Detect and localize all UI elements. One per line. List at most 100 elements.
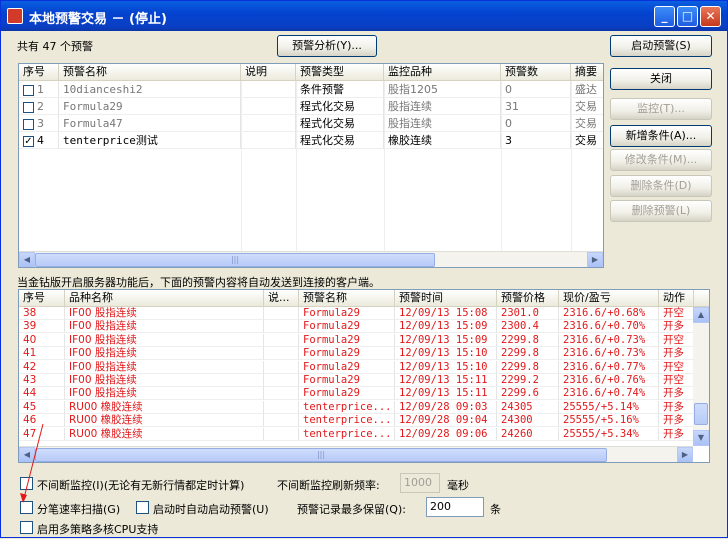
- log-col-symbol[interactable]: 品种名称: [65, 290, 264, 306]
- list-item[interactable]: 40 IF00 股指连续 Formula29 12/09/13 15:09 2299.8…: [19, 333, 694, 347]
- alert-list-hscrollbar[interactable]: ◀ ||| ▶: [19, 251, 603, 267]
- list-item[interactable]: 41 IF00 股指连续 Formula29 12/09/13 15:10 2299.8…: [19, 347, 694, 361]
- list-item[interactable]: 46 RU00 橡胶连续 tenterprice... 12/09/28 09:04 2…: [19, 414, 694, 428]
- maximize-button[interactable]: □: [677, 6, 698, 27]
- minimize-button[interactable]: _: [654, 6, 675, 27]
- log-cell: 2316.6/+0.74%: [559, 387, 659, 401]
- log-cell: 38: [19, 307, 65, 320]
- log-col-name[interactable]: 预警名称: [299, 290, 395, 306]
- log-cell: 开多: [659, 347, 694, 361]
- scroll-left-icon[interactable]: ◀: [19, 252, 35, 267]
- tick-scan-checkbox[interactable]: [20, 501, 33, 514]
- log-scroll-left-icon[interactable]: ◀: [19, 447, 35, 462]
- scroll-thumb[interactable]: |||: [35, 253, 435, 267]
- multicore-checkbox[interactable]: [20, 521, 33, 534]
- continuous-monitor-checkbox[interactable]: [20, 477, 33, 490]
- continuous-monitor-label: 不间断监控(I)(无论有无新行情都定时计算): [37, 479, 245, 492]
- log-cell: 2316.6/+0.70%: [559, 320, 659, 334]
- multicore-label: 启用多策略多核CPU支持: [37, 523, 159, 536]
- alert-checkbox-cell[interactable]: ✓ 4: [19, 132, 59, 149]
- server-note: 当金钻版开启服务器功能后，下面的预警内容将自动发送到连接的客户端。: [17, 276, 380, 289]
- cell-desc: [241, 132, 296, 149]
- alert-checkbox-cell[interactable]: 3: [19, 115, 59, 132]
- log-cell: 开空: [659, 374, 694, 387]
- title-bar[interactable]: 本地预警交易 － (停止) _ □ ✕: [1, 1, 727, 31]
- autostart-label: 启动时自动启动预警(U): [153, 503, 269, 516]
- log-cell: 开多: [659, 387, 694, 401]
- list-item[interactable]: 38 IF00 股指连续 Formula29 12/09/13 15:08 2301.0…: [19, 307, 694, 320]
- list-item[interactable]: 43 IF00 股指连续 Formula29 12/09/13 15:11 2299.2…: [19, 374, 694, 387]
- list-item[interactable]: 42 IF00 股指连续 Formula29 12/09/13 15:10 2299.8…: [19, 360, 694, 374]
- list-item[interactable]: 44 IF00 股指连续 Formula29 12/09/13 15:11 2299.6…: [19, 387, 694, 401]
- alert-checkbox-cell[interactable]: 2: [19, 98, 59, 115]
- log-col-no[interactable]: 序号: [19, 290, 65, 306]
- col-desc[interactable]: 说明: [241, 64, 296, 80]
- alert-checkbox-cell[interactable]: 1: [19, 81, 59, 98]
- log-col-pnl[interactable]: 现价/盈亏: [559, 290, 659, 306]
- alert-log-vscrollbar[interactable]: ▲ ▼: [693, 307, 709, 446]
- col-count[interactable]: 预警数: [501, 64, 571, 80]
- list-item[interactable]: 47 RU00 橡胶连续 tenterprice... 12/09/28 09:06 2…: [19, 427, 694, 441]
- autostart-checkbox[interactable]: [136, 501, 149, 514]
- alert-number: 3: [37, 117, 44, 130]
- col-symbol[interactable]: 监控品种: [384, 64, 501, 80]
- log-cell: 12/09/13 15:08: [395, 307, 497, 320]
- max-keep-input[interactable]: 200: [426, 497, 484, 517]
- cell-symbol: 股指连续: [384, 115, 501, 132]
- log-cell: 2316.6/+0.73%: [559, 347, 659, 361]
- delete-condition-button[interactable]: 删除条件(D): [610, 175, 712, 197]
- list-item[interactable]: 45 RU00 橡胶连续 tenterprice... 12/09/28 09:03 2…: [19, 400, 694, 414]
- scroll-down-icon[interactable]: ▼: [693, 430, 709, 446]
- col-no[interactable]: 序号: [19, 64, 59, 80]
- log-scroll-right-icon[interactable]: ▶: [677, 447, 693, 462]
- log-cell: 12/09/13 15:11: [395, 374, 497, 387]
- alert-count-label: 共有 47 个预警: [17, 40, 93, 53]
- col-name[interactable]: 预警名称: [59, 64, 241, 80]
- scroll-up-icon[interactable]: ▲: [693, 307, 709, 323]
- col-summary[interactable]: 摘要: [571, 64, 603, 80]
- alert-log-list[interactable]: 序号 品种名称 说... 预警名称 预警时间 预警价格 现价/盈亏 动作 38 I…: [18, 289, 710, 463]
- alert-enable-checkbox[interactable]: [23, 118, 34, 130]
- log-cell: [264, 414, 299, 428]
- log-cell: 24305: [497, 400, 559, 414]
- table-row[interactable]: 1 10dianceshi2 条件预警 股指1205 0 盛达: [19, 81, 603, 98]
- delete-alert-button[interactable]: 删除预警(L): [610, 200, 712, 222]
- col-type[interactable]: 预警类型: [296, 64, 384, 80]
- log-col-action[interactable]: 动作: [659, 290, 694, 306]
- vscroll-thumb[interactable]: [694, 403, 708, 425]
- cell-symbol: 股指连续: [384, 98, 501, 115]
- log-col-price[interactable]: 预警价格: [497, 290, 559, 306]
- monitor-button[interactable]: 监控(T)...: [610, 98, 712, 120]
- alert-log-hscrollbar[interactable]: ◀ ||| ▶: [19, 446, 693, 462]
- cell-name: Formula29: [59, 98, 241, 115]
- alert-enable-checkbox[interactable]: ✓: [23, 135, 34, 147]
- table-row[interactable]: 3 Formula47 程式化交易 股指连续 0 交易: [19, 115, 603, 132]
- add-condition-button[interactable]: 新增条件(A)...: [610, 125, 712, 147]
- scroll-right-icon[interactable]: ▶: [587, 252, 603, 267]
- table-row[interactable]: 2 Formula29 程式化交易 股指连续 31 交易: [19, 98, 603, 115]
- log-col-time[interactable]: 预警时间: [395, 290, 497, 306]
- table-row[interactable]: ✓ 4 tenterprice测试 程式化交易 橡胶连续 3 交易: [19, 132, 603, 149]
- cell-desc: [241, 81, 296, 98]
- log-cell: 12/09/28 09:06: [395, 427, 497, 441]
- modify-condition-button[interactable]: 修改条件(M)...: [610, 149, 712, 171]
- log-cell: [264, 374, 299, 387]
- refresh-rate-input[interactable]: 1000: [400, 473, 440, 493]
- log-cell: 42: [19, 360, 65, 374]
- close-window-button[interactable]: ✕: [700, 6, 721, 27]
- log-cell: Formula29: [299, 333, 395, 347]
- list-item[interactable]: 39 IF00 股指连续 Formula29 12/09/13 15:09 2300.4…: [19, 320, 694, 334]
- close-button[interactable]: 关闭: [610, 68, 712, 90]
- log-col-desc[interactable]: 说...: [264, 290, 299, 306]
- app-icon: [7, 8, 23, 24]
- alert-analysis-button[interactable]: 预警分析(Y)...: [277, 35, 377, 57]
- cell-summary: 盛达: [571, 81, 603, 98]
- log-cell: 25555/+5.14%: [559, 400, 659, 414]
- cell-symbol: 橡胶连续: [384, 132, 501, 149]
- alert-list[interactable]: 序号 预警名称 说明 预警类型 监控品种 预警数 摘要 1 10dianceshi…: [18, 63, 604, 268]
- log-scroll-thumb[interactable]: |||: [35, 448, 607, 462]
- alert-enable-checkbox[interactable]: [23, 101, 34, 113]
- start-alert-button[interactable]: 启动预警(S): [610, 35, 712, 57]
- alert-enable-checkbox[interactable]: [23, 84, 34, 96]
- log-cell: RU00 橡胶连续: [65, 414, 264, 428]
